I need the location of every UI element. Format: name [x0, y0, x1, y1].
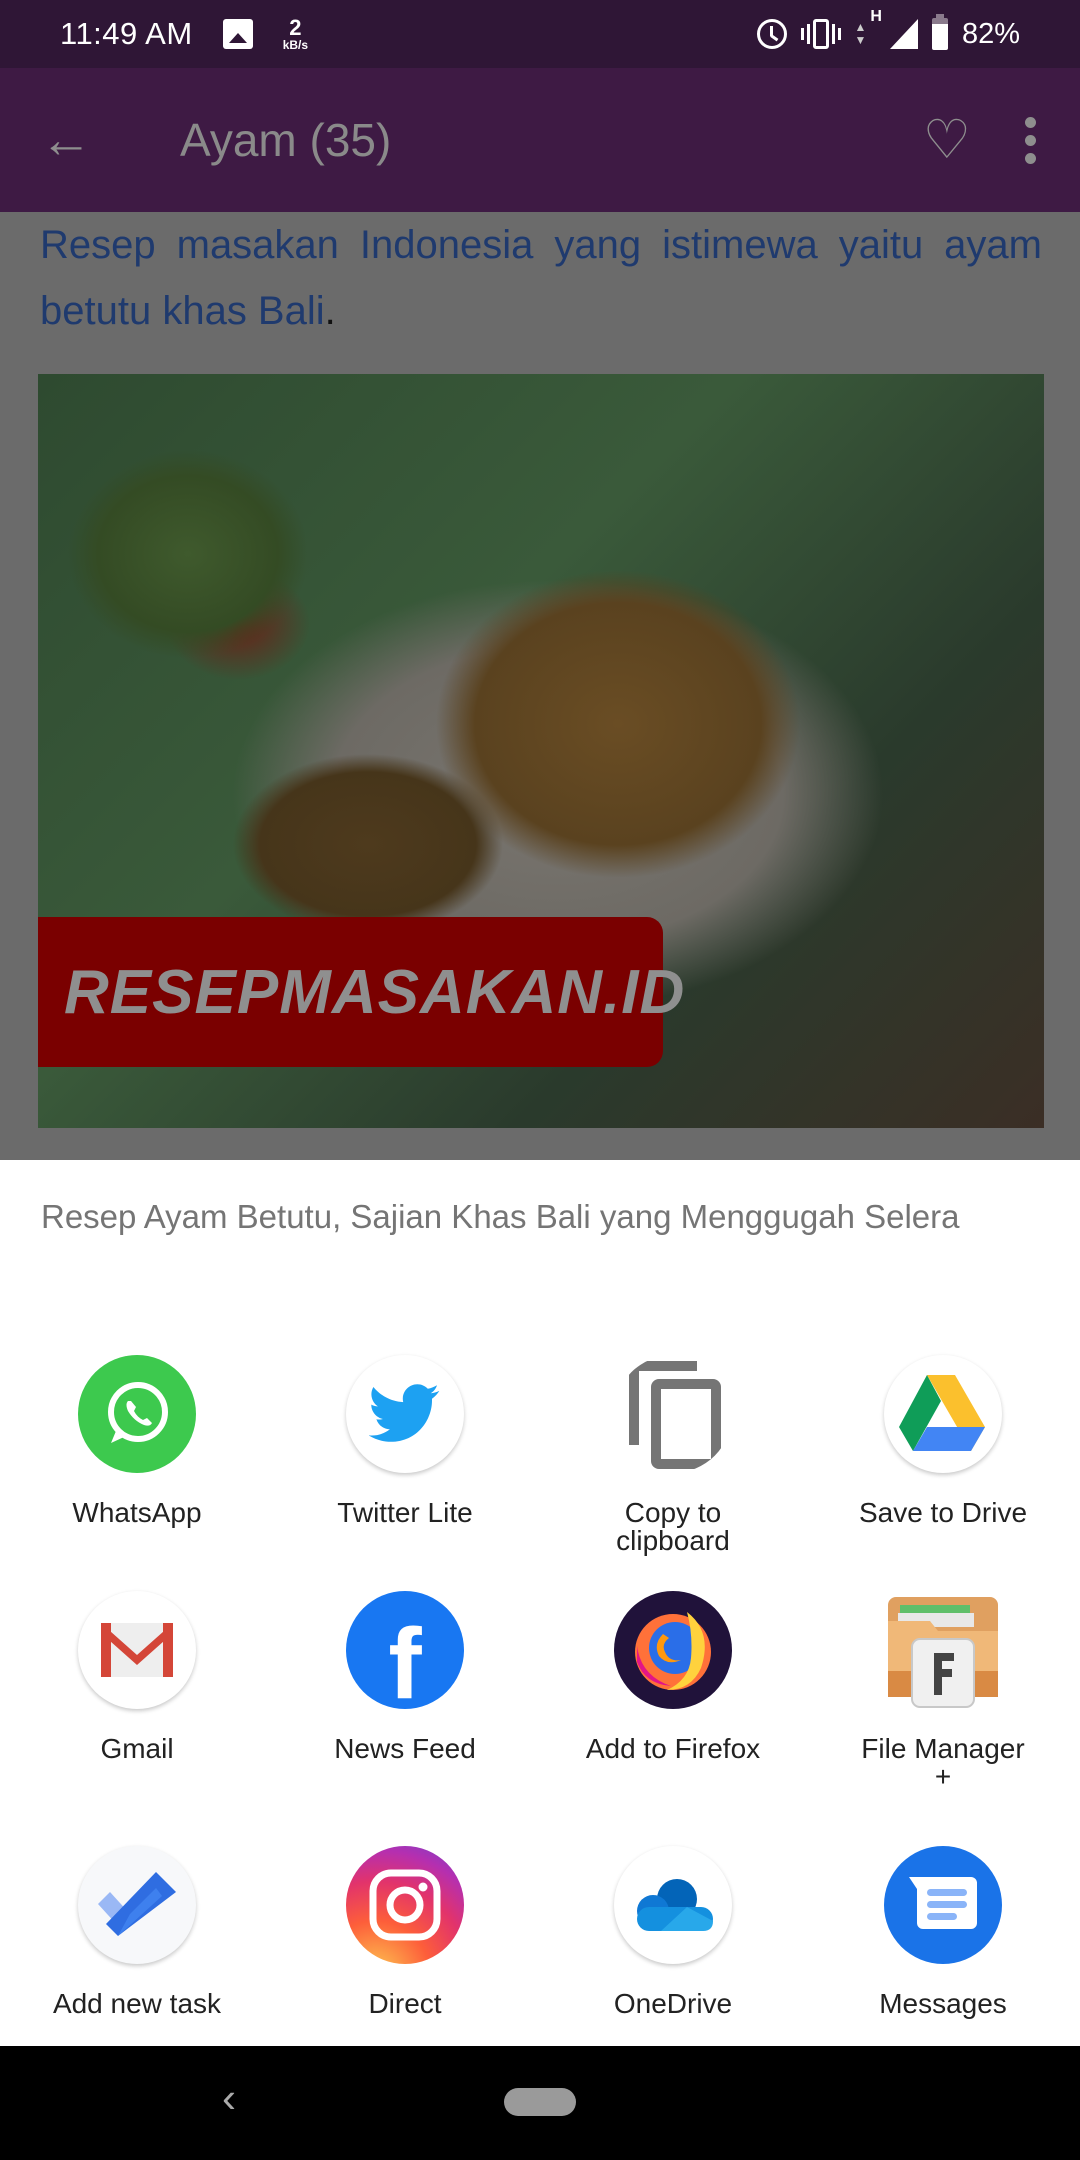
- vibrate-icon: [800, 19, 841, 49]
- chevron-left-icon: ‹: [222, 2074, 236, 2121]
- battery-icon: [931, 14, 948, 50]
- facebook-icon: f: [346, 1591, 464, 1709]
- share-target-onedrive[interactable]: OneDrive: [538, 1846, 808, 2018]
- article-content: Resep masakan Indonesia yang istimewa ya…: [0, 212, 1080, 1160]
- gallery-icon: [222, 19, 253, 49]
- share-target-copy-to-clipboard[interactable]: Copy to clipboard: [538, 1355, 808, 1555]
- page-title: Ayam (35): [180, 114, 392, 166]
- share-target-add-to-firefox[interactable]: Add to Firefox: [538, 1591, 808, 1763]
- share-target-messages[interactable]: Messages: [808, 1846, 1078, 2018]
- share-target-news-feed[interactable]: f News Feed: [270, 1591, 540, 1763]
- firefox-icon: [614, 1591, 732, 1709]
- signal-icon: [889, 19, 918, 49]
- heart-icon: ♡: [922, 110, 971, 170]
- share-sheet-title: Resep Ayam Betutu, Sajian Khas Bali yang…: [41, 1198, 960, 1235]
- onedrive-icon: [614, 1846, 732, 1964]
- arrow-left-icon: ←: [40, 111, 92, 169]
- share-target-whatsapp[interactable]: WhatsApp: [2, 1355, 272, 1527]
- system-navigation-bar: ‹: [0, 2046, 1080, 2160]
- copy-icon: [614, 1355, 732, 1473]
- nav-home-pill[interactable]: [504, 2088, 576, 2116]
- file-manager-icon: [884, 1591, 1002, 1709]
- intro-link[interactable]: Resep masakan Indonesia yang istimewa ya…: [40, 223, 1042, 333]
- intro-paragraph: Resep masakan Indonesia yang istimewa ya…: [40, 223, 1042, 333]
- back-button[interactable]: ←: [40, 114, 120, 166]
- status-bar: 11:49 AM 2 kB/s ▲ ▼ H 82%: [0, 0, 1080, 68]
- twitter-icon: [346, 1355, 464, 1473]
- alarm-icon: [756, 19, 787, 49]
- share-target-direct[interactable]: Direct: [270, 1846, 540, 2018]
- todo-icon: [78, 1846, 196, 1964]
- share-row: WhatsApp Twitter Lite Copy to clipboard …: [0, 1355, 1080, 1575]
- more-options-button[interactable]: [1021, 116, 1040, 164]
- whatsapp-icon: [78, 1355, 196, 1473]
- share-sheet: Resep Ayam Betutu, Sajian Khas Bali yang…: [0, 1160, 1080, 2046]
- battery-percentage: 82%: [961, 17, 1020, 50]
- favorite-button[interactable]: ♡: [923, 113, 971, 167]
- gmail-icon: [78, 1591, 196, 1709]
- nav-back-button[interactable]: ‹: [222, 2074, 236, 2122]
- share-row: Add new task Direct OneDrive Messages: [0, 1846, 1080, 2066]
- network-speed: 2 kB/s: [282, 15, 309, 52]
- recipe-image: RESEPMASAKAN.ID: [38, 374, 1044, 1128]
- app-bar: ← Ayam (35) ♡: [0, 68, 1080, 212]
- share-target-gmail[interactable]: Gmail: [2, 1591, 272, 1763]
- messages-icon: [884, 1846, 1002, 1964]
- instagram-icon: [346, 1846, 464, 1964]
- share-target-add-new-task[interactable]: Add new task: [2, 1846, 272, 2018]
- network-type: H: [870, 7, 882, 25]
- share-target-twitter-lite[interactable]: Twitter Lite: [270, 1355, 540, 1527]
- share-target-file-manager-plus[interactable]: File Manager +: [808, 1591, 1078, 1791]
- more-vert-icon: [1025, 116, 1036, 128]
- share-target-save-to-drive[interactable]: Save to Drive: [808, 1355, 1078, 1527]
- google-drive-icon: [884, 1355, 1002, 1473]
- status-time: 11:49 AM: [60, 16, 193, 51]
- image-watermark: RESEPMASAKAN.ID: [38, 917, 684, 1067]
- data-arrows-icon: ▲ ▼: [854, 20, 867, 47]
- share-row: Gmail f News Feed Add to Firefox File Ma…: [0, 1591, 1080, 1811]
